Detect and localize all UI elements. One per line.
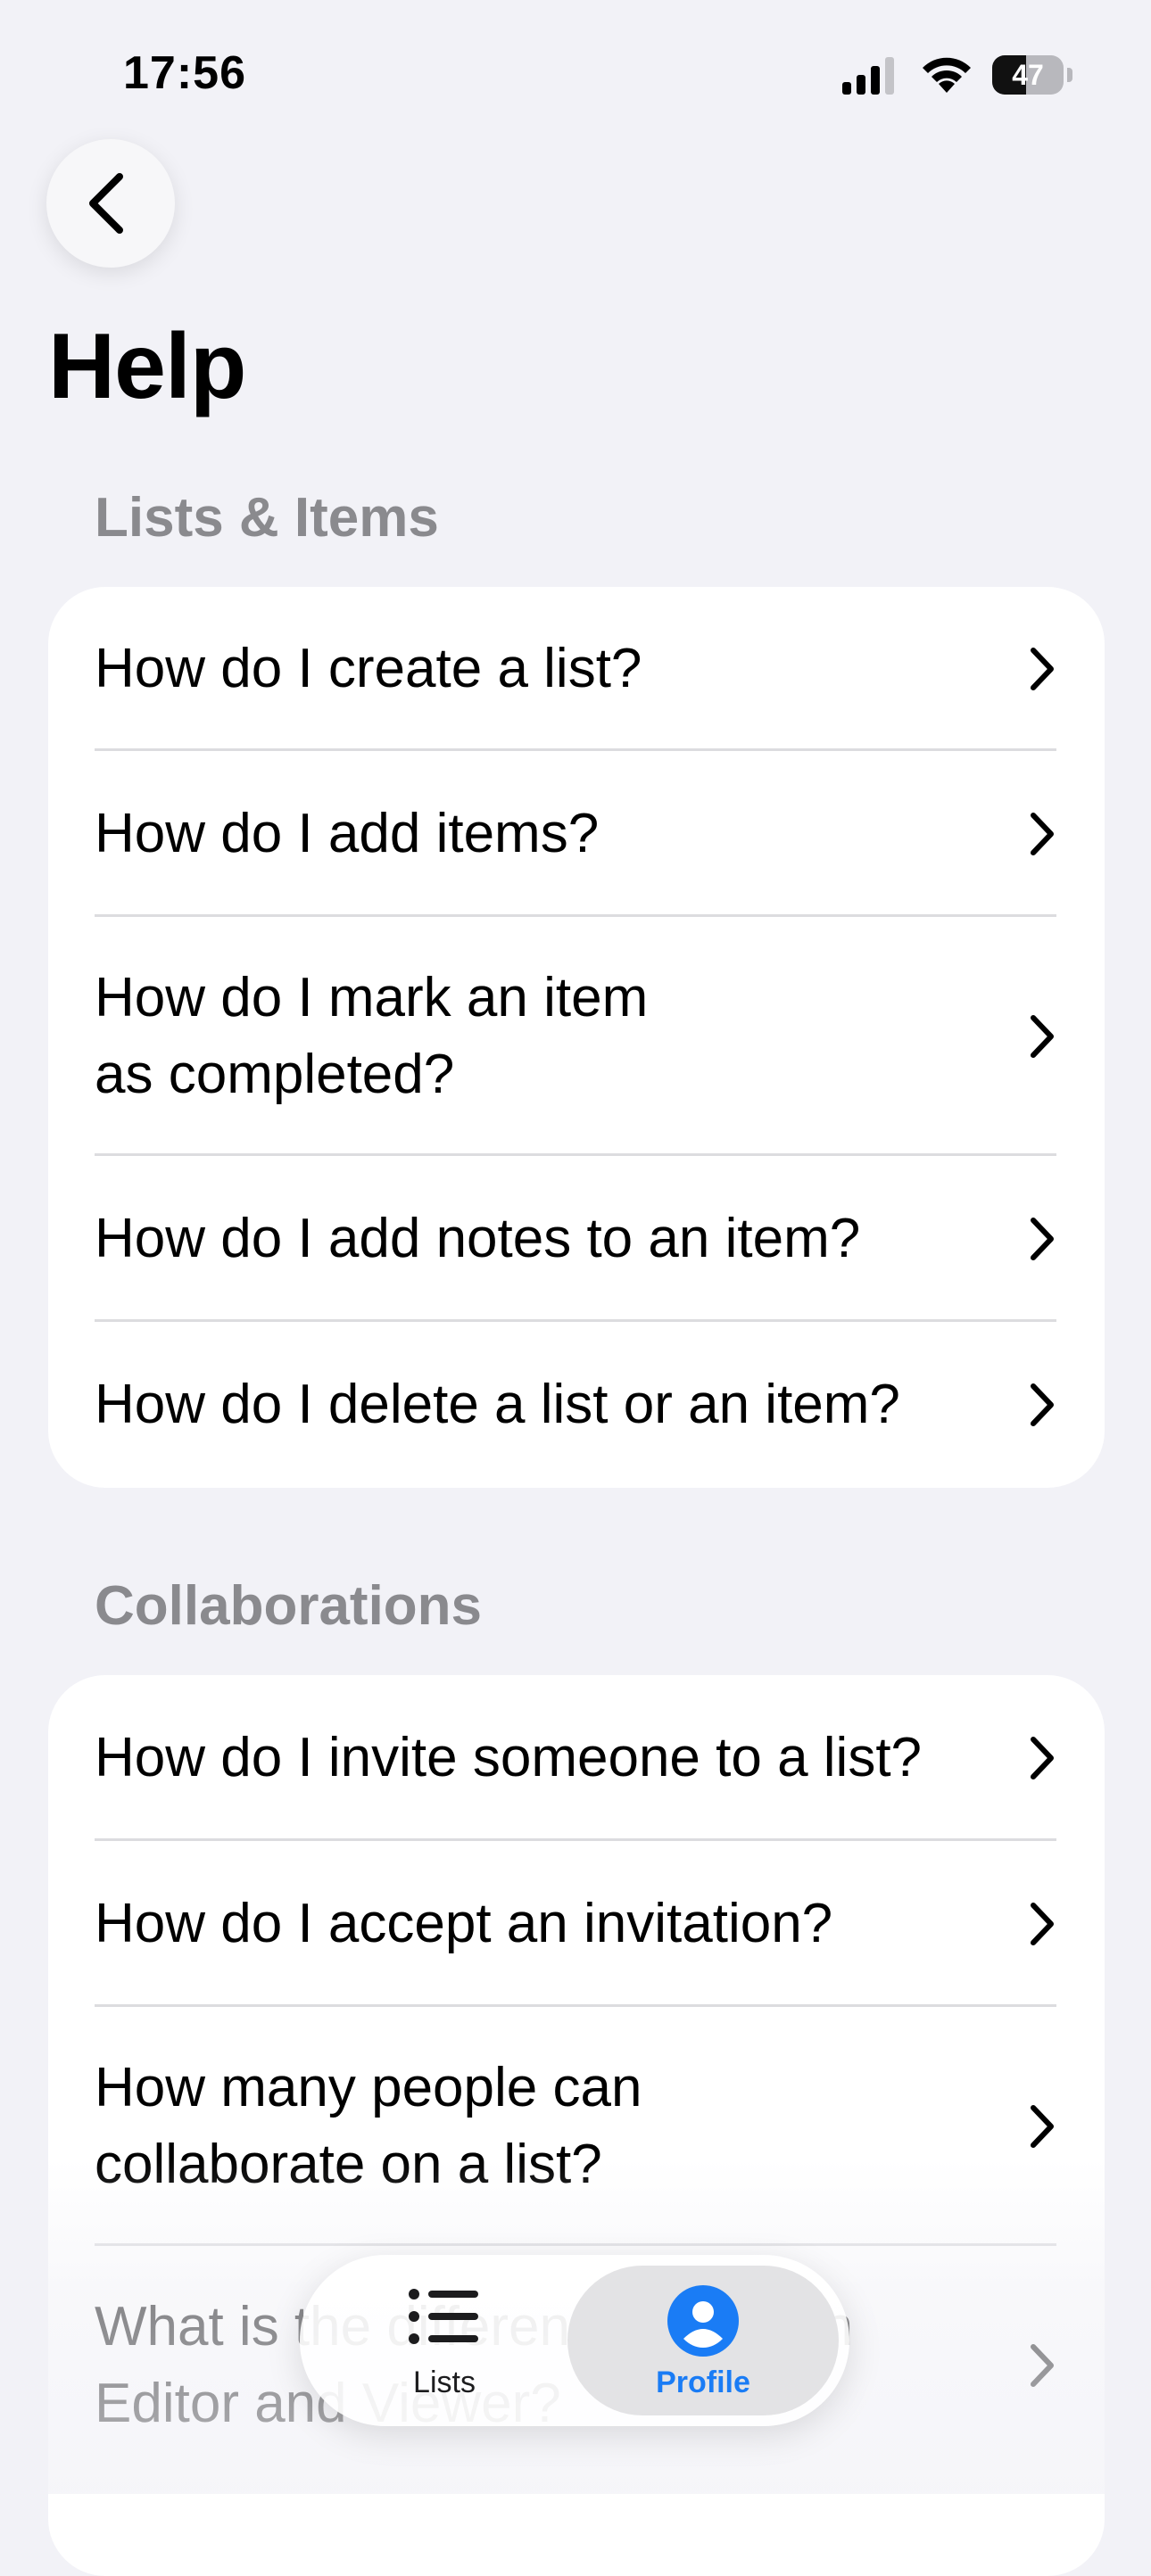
list-icon bbox=[409, 2289, 478, 2344]
chevron-right-icon bbox=[1031, 1218, 1054, 1260]
help-row-create-list[interactable]: How do I create a list? bbox=[48, 587, 1105, 751]
help-row-label: How do I add notes to an item? bbox=[95, 1208, 861, 1269]
cellular-signal-icon bbox=[842, 57, 894, 95]
tab-bar: Lists Profile bbox=[300, 2255, 849, 2426]
help-card-lists-items: How do I create a list? How do I add ite… bbox=[48, 587, 1105, 1488]
chevron-right-icon bbox=[1031, 1015, 1054, 1058]
tab-label-lists: Lists bbox=[413, 2365, 476, 2399]
help-row-label: How do I delete a list or an item? bbox=[95, 1374, 900, 1435]
status-time: 17:56 bbox=[123, 47, 246, 99]
section-header-collaborations: Collaborations bbox=[95, 1575, 483, 1637]
tab-lists[interactable]: Lists bbox=[311, 2266, 578, 2415]
battery-level: 47 bbox=[1012, 59, 1044, 91]
help-row-label-line2: collaborate on a list? bbox=[95, 2134, 602, 2195]
help-row-invite[interactable]: How do I invite someone to a list? bbox=[48, 1675, 1105, 1841]
help-row-label-line1: How do I mark an item bbox=[95, 967, 649, 1028]
chevron-right-icon bbox=[1031, 2344, 1054, 2387]
tab-label-profile: Profile bbox=[656, 2365, 750, 2399]
person-circle-icon bbox=[667, 2285, 739, 2357]
tab-profile[interactable]: Profile bbox=[567, 2266, 839, 2415]
chevron-right-icon bbox=[1031, 2105, 1054, 2148]
help-row-label-line2: as completed? bbox=[95, 1044, 455, 1105]
chevron-right-icon bbox=[1031, 648, 1054, 690]
help-row-delete[interactable]: How do I delete a list or an item? bbox=[48, 1322, 1105, 1488]
help-row-label: How do I create a list? bbox=[95, 638, 642, 699]
chevron-right-icon bbox=[1031, 1903, 1054, 1945]
help-row-add-items[interactable]: How do I add items? bbox=[48, 751, 1105, 917]
help-row-label: How do I accept an invitation? bbox=[95, 1893, 833, 1954]
chevron-right-icon bbox=[1031, 1383, 1054, 1426]
help-row-label-line1: How many people can bbox=[95, 2057, 642, 2118]
chevron-right-icon bbox=[1031, 1737, 1054, 1779]
wifi-icon bbox=[923, 57, 971, 93]
back-button[interactable] bbox=[46, 139, 175, 268]
help-row-how-many-people[interactable]: How many people can collaborate on a lis… bbox=[48, 2007, 1105, 2246]
chevron-left-icon bbox=[89, 173, 123, 234]
help-row-label: How many people can collaborate on a lis… bbox=[95, 2050, 642, 2203]
help-row-label: How do I mark an item as completed? bbox=[95, 960, 648, 1113]
help-row-accept-invitation[interactable]: How do I accept an invitation? bbox=[48, 1841, 1105, 2007]
help-row-label: How do I add items? bbox=[95, 803, 600, 864]
status-bar: 17:56 47 bbox=[0, 0, 1151, 143]
section-header-lists-items: Lists & Items bbox=[95, 487, 439, 549]
help-row-mark-completed[interactable]: How do I mark an item as completed? bbox=[48, 917, 1105, 1156]
help-row-label: How do I invite someone to a list? bbox=[95, 1727, 923, 1788]
page-title: Help bbox=[48, 315, 246, 418]
help-row-add-notes[interactable]: How do I add notes to an item? bbox=[48, 1156, 1105, 1322]
help-card-collaborations: How do I invite someone to a list? How d… bbox=[48, 1675, 1105, 2576]
battery-icon: 47 bbox=[992, 55, 1074, 95]
chevron-right-icon bbox=[1031, 813, 1054, 855]
